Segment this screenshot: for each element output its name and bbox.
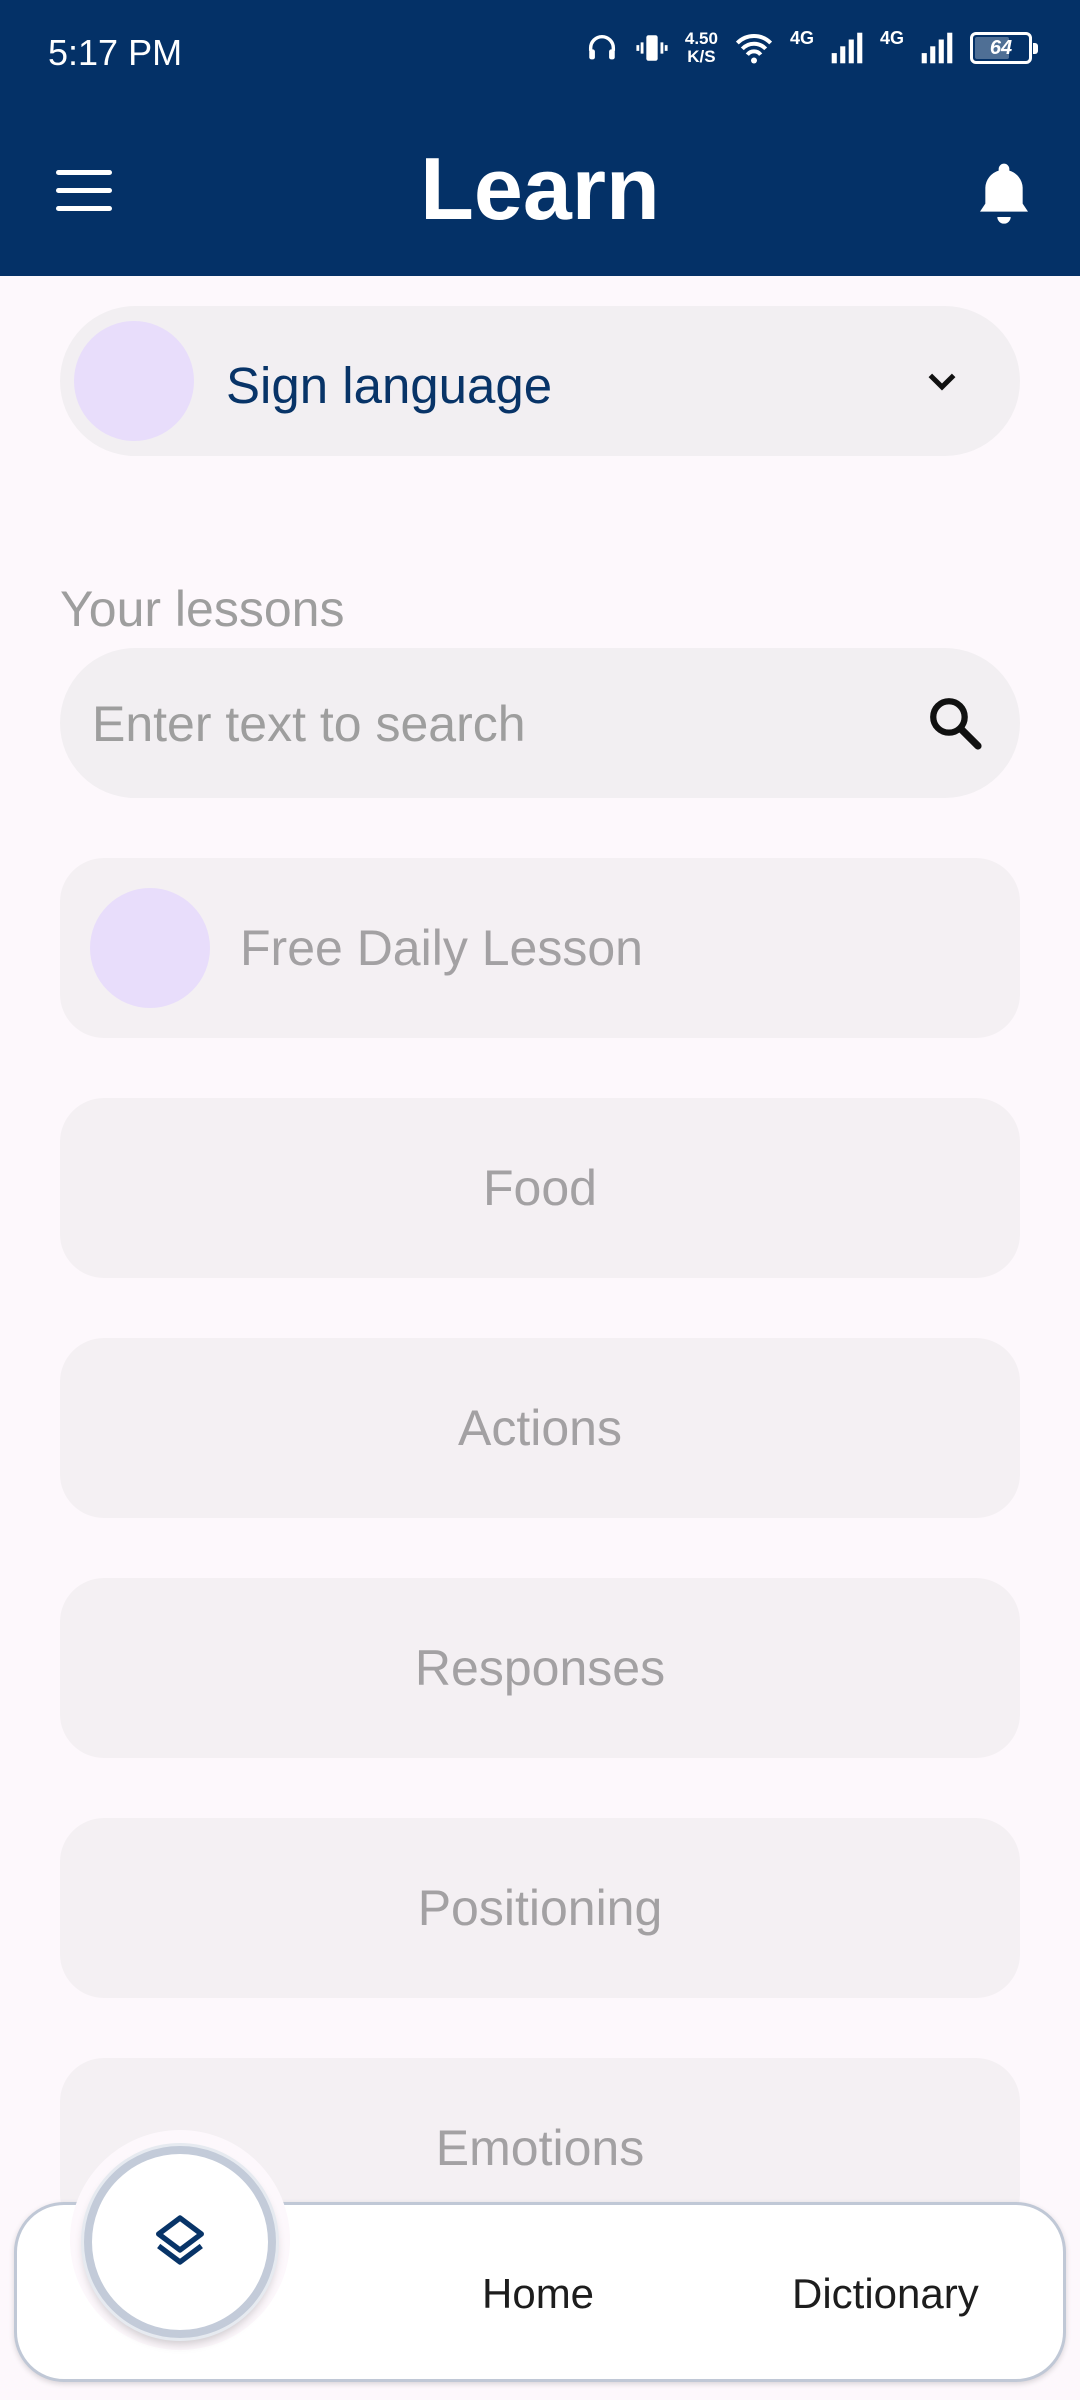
- battery-icon: 64: [970, 32, 1038, 64]
- nav-dictionary[interactable]: Dictionary: [792, 2270, 979, 2318]
- network-speed: 4.50 K/S: [684, 29, 718, 66]
- signal-icon: [921, 32, 953, 64]
- lesson-card[interactable]: Positioning: [60, 1818, 1020, 1998]
- search-bar: [60, 648, 1020, 800]
- network-type-2: 4G: [879, 27, 904, 48]
- layers-icon: [156, 2215, 204, 2265]
- lesson-label: Free Daily Lesson: [240, 920, 643, 976]
- page-title: Learn: [420, 139, 660, 238]
- status-icons: 4.50 K/S 4G 4G 64: [585, 27, 1038, 66]
- signal-icon: [831, 32, 863, 64]
- lesson-avatar: [90, 888, 210, 1008]
- app-bar: Learn: [0, 108, 1080, 276]
- battery-level: 64: [989, 36, 1013, 59]
- lesson-label: Positioning: [417, 1880, 663, 1936]
- headphones-icon: [588, 35, 615, 60]
- lesson-label: Emotions: [435, 2120, 645, 2176]
- language-dropdown[interactable]: Sign language: [60, 306, 1020, 456]
- search-input[interactable]: [90, 648, 874, 800]
- lesson-card[interactable]: Actions: [60, 1338, 1020, 1518]
- bell-icon[interactable]: [972, 158, 1036, 228]
- lesson-label: Responses: [414, 1640, 666, 1696]
- lesson-label: Food: [483, 1160, 597, 1216]
- search-icon[interactable]: [926, 694, 984, 752]
- lessons-fab-button[interactable]: [84, 2146, 276, 2338]
- chevron-down-icon: [928, 373, 956, 391]
- language-label: Sign language: [226, 357, 553, 414]
- lesson-label: Actions: [458, 1400, 622, 1456]
- section-heading: Your lessons: [60, 581, 345, 637]
- lesson-card[interactable]: Responses: [60, 1578, 1020, 1758]
- lesson-card[interactable]: Free Daily Lesson: [60, 858, 1020, 1038]
- vibrate-icon: [636, 35, 668, 61]
- status-time: 5:17 PM: [48, 32, 183, 73]
- wifi-icon: [735, 34, 773, 64]
- status-bar: 5:17 PM 4.50 K/S 4G 4G 64: [0, 0, 1080, 108]
- network-type-1: 4G: [789, 27, 814, 48]
- nav-home[interactable]: Home: [482, 2270, 594, 2318]
- language-avatar: [74, 321, 194, 441]
- lesson-card[interactable]: Food: [60, 1098, 1020, 1278]
